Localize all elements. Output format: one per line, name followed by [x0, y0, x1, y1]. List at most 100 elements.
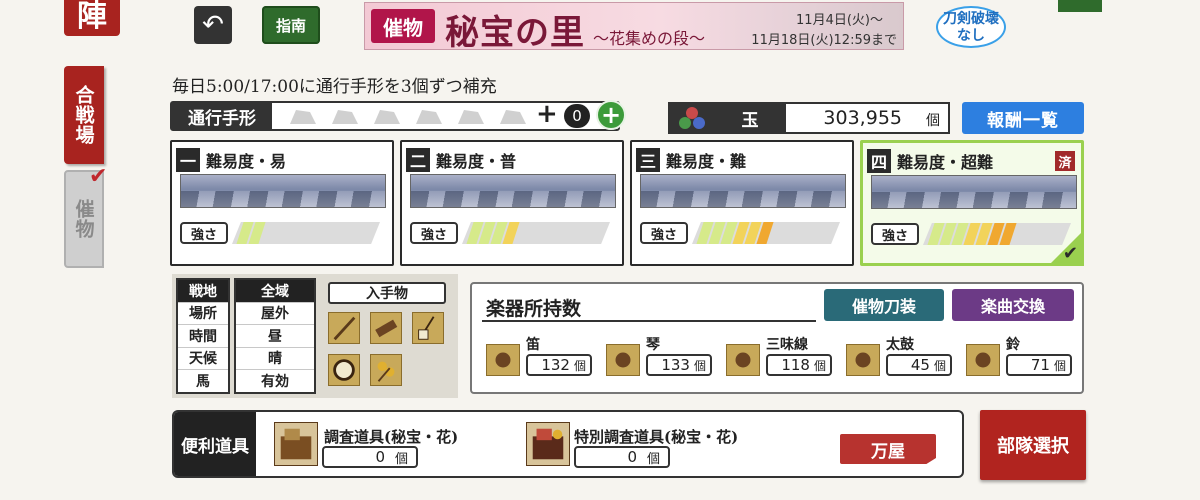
difficulty-number: 二 — [406, 148, 430, 172]
instrument-count: 118 個 — [766, 354, 832, 376]
difficulty-landscape-image — [410, 174, 616, 208]
useful-tools-bar: 便利道具 調査道具(秘宝・花) 0 個 特別調査道具(秘宝・花) 0 個 万屋 — [172, 410, 964, 478]
difficulty-title: 難易度・普 — [436, 152, 517, 171]
formation-tab[interactable]: 陣 — [64, 0, 120, 36]
instrument-name: 太鼓 — [886, 337, 914, 353]
banner-date-start: 11月4日(火)〜 — [796, 13, 883, 28]
difficulty-title: 難易度・易 — [206, 152, 287, 171]
difficulty-landscape-image — [871, 175, 1077, 209]
difficulty-card[interactable]: 四 難易度・超難 強さ 済 ✔ — [860, 140, 1084, 266]
sword-break-badge: 刀剣破壊 なし — [936, 6, 1006, 48]
event-sword-equip-button[interactable]: 催物刀装 — [824, 289, 944, 321]
pass-slot-icon — [458, 110, 484, 124]
special-investigation-tool-icon[interactable] — [526, 422, 570, 466]
instrument-item: 鈴 71 個 — [966, 332, 1084, 382]
pass-slot-icon — [290, 110, 316, 124]
condition-key: 天候 — [178, 348, 228, 370]
guide-button[interactable]: 指南 — [262, 6, 320, 44]
tab-battlefield[interactable]: 合戦場 — [64, 66, 104, 164]
difficulty-title: 難易度・超難 — [897, 153, 994, 172]
instrument-count: 45 個 — [886, 354, 952, 376]
add-pass-button[interactable]: + — [596, 100, 626, 130]
condition-value: 屋外 — [236, 303, 314, 325]
instrument-count: 71 個 — [1006, 354, 1072, 376]
song-exchange-button[interactable]: 楽曲交換 — [952, 289, 1074, 321]
strength-label: 強さ — [180, 222, 228, 244]
pass-slot-icon — [374, 110, 400, 124]
instrument-count-unit: 個 — [1053, 358, 1066, 373]
break-badge-line1: 刀剣破壊 — [943, 11, 999, 27]
pass-plus-sign: + — [536, 99, 558, 129]
banner-title: 秘宝の里 — [445, 13, 585, 53]
condition-key: 戦地 — [178, 280, 228, 303]
back-button[interactable]: ↶ — [194, 6, 232, 44]
shamisen-item-icon[interactable] — [412, 312, 444, 344]
difficulty-landscape-image — [180, 174, 386, 208]
instrument-item: 三味線 118 個 — [726, 332, 844, 382]
gem-value: 303,955 — [823, 107, 902, 129]
strength-label: 強さ — [410, 222, 458, 244]
tool-count-value: 0 — [627, 448, 637, 466]
koto-item-icon[interactable] — [370, 312, 402, 344]
flute-item-icon[interactable] — [328, 312, 360, 344]
drum-item-icon[interactable] — [328, 354, 360, 386]
tool-count-unit: 個 — [646, 451, 660, 467]
instrument-count-unit: 個 — [573, 358, 586, 373]
difficulty-card[interactable]: 二 難易度・普 強さ — [400, 140, 624, 266]
banner-date-end: 11月18日(火)12:59まで — [751, 33, 897, 48]
strength-label: 強さ — [871, 223, 919, 245]
unit-select-button[interactable]: 部隊選択 — [980, 410, 1086, 480]
tool-count: 0 個 — [574, 446, 670, 468]
instrument-name: 三味線 — [766, 337, 808, 353]
difficulty-title: 難易度・難 — [666, 152, 747, 171]
instrument-count-value: 45 — [910, 356, 930, 374]
instrument-item: 琴 133 個 — [606, 332, 724, 382]
tool-count-value: 0 — [375, 448, 385, 466]
pass-slot-icon — [332, 110, 358, 124]
title-underline — [482, 320, 816, 322]
instrument-name: 笛 — [526, 337, 540, 353]
condition-value: 昼 — [236, 325, 314, 348]
useful-tools-label: 便利道具 — [174, 412, 256, 476]
event-check-icon: ✔ — [89, 164, 108, 189]
strength-label: 強さ — [640, 222, 688, 244]
strength-meter — [232, 222, 380, 244]
investigation-tool-icon[interactable] — [274, 422, 318, 466]
instrument-count-value: 118 — [781, 356, 810, 374]
instrument-title: 楽器所持数 — [486, 298, 582, 320]
pass-slot-icon — [416, 110, 442, 124]
tool-name: 調査道具(秘宝・花) — [324, 428, 459, 446]
return-arrow-icon: ↶ — [202, 10, 224, 40]
condition-value: 有効 — [261, 374, 289, 391]
break-badge-line2: なし — [957, 28, 985, 44]
instrument-count: 133 個 — [646, 354, 712, 376]
difficulty-card[interactable]: 三 難易度・難 強さ — [630, 140, 854, 266]
taiko-drum-icon — [846, 344, 880, 376]
bell-item-icon[interactable] — [370, 354, 402, 386]
event-banner[interactable]: 催物 秘宝の里 〜花集めの段〜 11月4日(火)〜 11月18日(火)12:59… — [364, 2, 904, 53]
tool-count-unit: 個 — [394, 451, 408, 467]
reward-list-button[interactable]: 報酬一覧 — [962, 102, 1084, 134]
conditions-panel: 戦地 場所 時間 天候 馬 全域 屋外 昼 晴 有効 入手物 — [172, 274, 458, 398]
loot-label: 入手物 — [328, 282, 446, 304]
gem-icon — [670, 104, 714, 132]
top-right-button[interactable] — [1058, 0, 1102, 12]
cleared-badge: 済 — [1055, 151, 1075, 171]
bell-icon — [966, 344, 1000, 376]
condition-value: 全域 — [236, 280, 314, 303]
condition-key: 馬 — [196, 374, 210, 391]
general-store-button[interactable]: 万屋 — [840, 434, 936, 464]
difficulty-number: 四 — [867, 149, 891, 173]
condition-value: 晴 — [236, 348, 314, 370]
banner-subtitle: 〜花集めの段〜 — [593, 29, 706, 48]
pass-extra-count: 0 — [564, 104, 590, 128]
condition-values: 全域 屋外 昼 晴 有効 — [234, 278, 316, 394]
difficulty-number: 一 — [176, 148, 200, 172]
condition-key: 時間 — [178, 325, 228, 348]
instrument-count-value: 133 — [661, 356, 690, 374]
instrument-count: 132 個 — [526, 354, 592, 376]
shamisen-icon — [726, 344, 760, 376]
gem-unit: 個 — [926, 113, 940, 129]
difficulty-card[interactable]: 一 難易度・易 強さ — [170, 140, 394, 266]
travel-pass-label: 通行手形 — [172, 103, 272, 129]
